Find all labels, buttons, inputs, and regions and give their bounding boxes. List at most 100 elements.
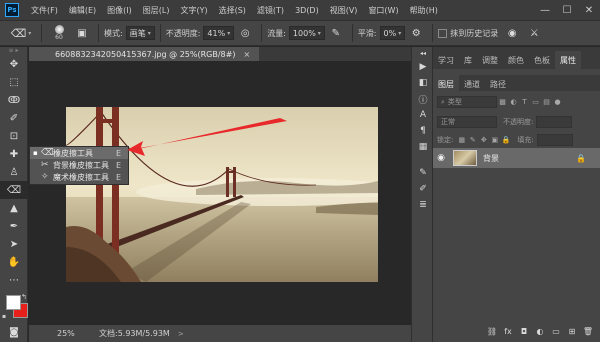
menu-filter[interactable]: 滤镜(T) bbox=[257, 5, 284, 16]
blur-tool-icon[interactable]: ▲ bbox=[0, 199, 28, 217]
trash-icon[interactable]: 🗑 bbox=[580, 327, 596, 336]
divider bbox=[159, 24, 161, 42]
menu-help[interactable]: 帮助(H) bbox=[410, 5, 438, 16]
menu-image[interactable]: 图像(I) bbox=[107, 5, 132, 16]
tab-paths[interactable]: 路径 bbox=[485, 75, 511, 93]
close-button[interactable]: ✕ bbox=[578, 0, 600, 20]
fx-icon[interactable]: fx bbox=[500, 327, 516, 336]
new-layer-icon[interactable]: ⊞ bbox=[564, 327, 580, 336]
flyout-item-magic-eraser[interactable]: ✧ 魔术橡皮擦工具 E bbox=[30, 171, 128, 183]
layer-row-background[interactable]: ◉ 背景 🔒 bbox=[433, 148, 600, 168]
smart-object-filter-icon[interactable]: ▤ bbox=[541, 96, 552, 108]
collapsed-panels-strip: ◂◂ ▶ ◧ ⓘ A ¶ ▦ ✎ ✐ ≣ bbox=[411, 47, 433, 342]
lock-pixels-icon[interactable]: ▦ bbox=[456, 134, 467, 146]
airbrush-icon[interactable]: ✎ bbox=[328, 25, 344, 41]
default-colors-icon[interactable]: ▪ bbox=[2, 313, 6, 320]
collapse-arrows-icon[interactable]: ◂◂ bbox=[412, 47, 434, 59]
lock-paint-icon[interactable]: ✎ bbox=[467, 134, 478, 146]
tab-learn[interactable]: 学习 bbox=[433, 51, 459, 69]
lock-all-icon[interactable]: 🔒 bbox=[500, 134, 511, 146]
properties-panel-icon[interactable]: ◧ bbox=[412, 75, 434, 91]
brush-preset-picker[interactable]: 60 bbox=[47, 22, 71, 44]
quick-select-tool-icon[interactable]: ✐ bbox=[0, 109, 28, 127]
marquee-tool-icon[interactable]: ⬚ bbox=[0, 73, 28, 91]
tab-layers[interactable]: 图层 bbox=[433, 75, 459, 93]
crop-tool-icon[interactable]: ⊡ bbox=[0, 127, 28, 145]
tab-properties[interactable]: 属性 bbox=[555, 51, 581, 69]
divider bbox=[351, 24, 353, 42]
brush-settings-icon[interactable]: ▣ bbox=[74, 25, 90, 41]
menu-layer[interactable]: 图层(L) bbox=[143, 5, 170, 16]
adjustment-layer-icon[interactable]: ◐ bbox=[532, 327, 548, 336]
menu-select[interactable]: 选择(S) bbox=[219, 5, 246, 16]
menu-window[interactable]: 窗口(W) bbox=[368, 5, 398, 16]
info-panel-icon[interactable]: ⓘ bbox=[412, 91, 434, 107]
move-tool-icon[interactable]: ✥ bbox=[0, 55, 28, 73]
glyphs-panel-icon[interactable]: ≣ bbox=[412, 197, 434, 213]
lock-position-icon[interactable]: ✥ bbox=[478, 134, 489, 146]
actions-panel-icon[interactable]: ▦ bbox=[412, 139, 434, 155]
new-group-icon[interactable]: ▭ bbox=[548, 327, 564, 336]
tab-adjustments[interactable]: 调整 bbox=[477, 51, 503, 69]
character-panel-icon[interactable]: A bbox=[412, 107, 434, 123]
brush-panel-icon[interactable]: ✎ bbox=[412, 165, 434, 181]
blend-mode-select[interactable]: 正常 bbox=[437, 116, 497, 128]
pressure-size-icon[interactable]: ◉ bbox=[504, 25, 520, 41]
menu-type[interactable]: 文字(Y) bbox=[180, 5, 207, 16]
type-filter-icon[interactable]: T bbox=[519, 96, 530, 108]
minimize-button[interactable]: — bbox=[534, 0, 556, 20]
smoothing-input[interactable]: 0% ▾ bbox=[379, 26, 406, 40]
hand-tool-icon[interactable]: ✋ bbox=[0, 253, 28, 271]
eye-icon[interactable]: ◉ bbox=[433, 153, 449, 163]
pixel-filter-icon[interactable]: ▩ bbox=[497, 96, 508, 108]
pressure-opacity-icon[interactable]: ◎ bbox=[237, 25, 253, 41]
gear-icon[interactable]: ⚙ bbox=[408, 25, 424, 41]
tool-preset-picker[interactable]: ⌫ ▾ bbox=[6, 23, 36, 43]
layer-filter-select[interactable]: ⌕ 类型 bbox=[437, 96, 497, 108]
flow-input[interactable]: 100% ▾ bbox=[288, 26, 325, 40]
add-mask-icon[interactable]: ◘ bbox=[516, 327, 532, 336]
flyout-item-background-eraser[interactable]: ✂ 背景橡皮擦工具 E bbox=[30, 159, 128, 171]
tab-channels[interactable]: 通道 bbox=[459, 75, 485, 93]
paragraph-panel-icon[interactable]: ¶ bbox=[412, 123, 434, 139]
eraser-tool-icon[interactable]: ⌫ bbox=[0, 181, 28, 199]
foreground-color-swatch[interactable] bbox=[6, 295, 21, 310]
tab-swatches[interactable]: 色板 bbox=[529, 51, 555, 69]
flyout-item-eraser[interactable]: ▪ ⌫ 橡皮擦工具 E bbox=[30, 147, 128, 159]
lock-artboard-icon[interactable]: ▣ bbox=[489, 134, 500, 146]
clone-stamp-tool-icon[interactable]: ♙ bbox=[0, 163, 28, 181]
erase-history-checkbox[interactable] bbox=[438, 28, 448, 38]
tab-color[interactable]: 颜色 bbox=[503, 51, 529, 69]
maximize-button[interactable]: ☐ bbox=[556, 0, 578, 20]
healing-brush-tool-icon[interactable]: ✚ bbox=[0, 145, 28, 163]
brush-settings-panel-icon[interactable]: ✐ bbox=[412, 181, 434, 197]
pen-tool-icon[interactable]: ✒ bbox=[0, 217, 28, 235]
path-select-tool-icon[interactable]: ➤ bbox=[0, 235, 28, 253]
filter-toggle-icon[interactable]: ● bbox=[552, 96, 563, 108]
photo-canvas-image[interactable] bbox=[66, 107, 378, 282]
lasso-tool-icon[interactable]: ↂ bbox=[0, 91, 28, 109]
swap-colors-icon[interactable]: ↰ bbox=[21, 293, 27, 301]
mode-select[interactable]: 画笔 ▾ bbox=[125, 26, 155, 40]
menu-file[interactable]: 文件(F) bbox=[31, 5, 58, 16]
history-panel-icon[interactable]: ▶ bbox=[412, 59, 434, 75]
layers-panel-footer: ⛓ fx ◘ ◐ ▭ ⊞ 🗑 bbox=[433, 324, 600, 338]
menu-3d[interactable]: 3D(D) bbox=[295, 6, 319, 15]
quick-mask-icon[interactable]: ◙ bbox=[0, 323, 28, 341]
zoom-level[interactable]: 25% bbox=[29, 329, 75, 338]
chevron-right-icon[interactable]: > bbox=[178, 330, 184, 338]
more-tools-icon[interactable]: ⋯ bbox=[0, 271, 28, 289]
close-icon[interactable]: × bbox=[243, 50, 250, 59]
symmetry-icon[interactable]: ⚔ bbox=[526, 25, 542, 41]
menu-edit[interactable]: 编辑(E) bbox=[69, 5, 96, 16]
opacity-input[interactable]: 41% ▾ bbox=[203, 26, 235, 40]
document-tab[interactable]: 6608832342050415367.jpg @ 25%(RGB/8#) × bbox=[29, 47, 259, 61]
tab-libraries[interactable]: 库 bbox=[459, 51, 477, 69]
shape-filter-icon[interactable]: ▭ bbox=[530, 96, 541, 108]
adjustment-filter-icon[interactable]: ◐ bbox=[508, 96, 519, 108]
toolbar-grip[interactable]: ≡ ▸ bbox=[0, 47, 27, 55]
fill-input[interactable] bbox=[536, 134, 573, 146]
link-layers-icon[interactable]: ⛓ bbox=[484, 327, 500, 336]
menu-view[interactable]: 视图(V) bbox=[330, 5, 358, 16]
layer-opacity-input[interactable] bbox=[536, 116, 573, 128]
